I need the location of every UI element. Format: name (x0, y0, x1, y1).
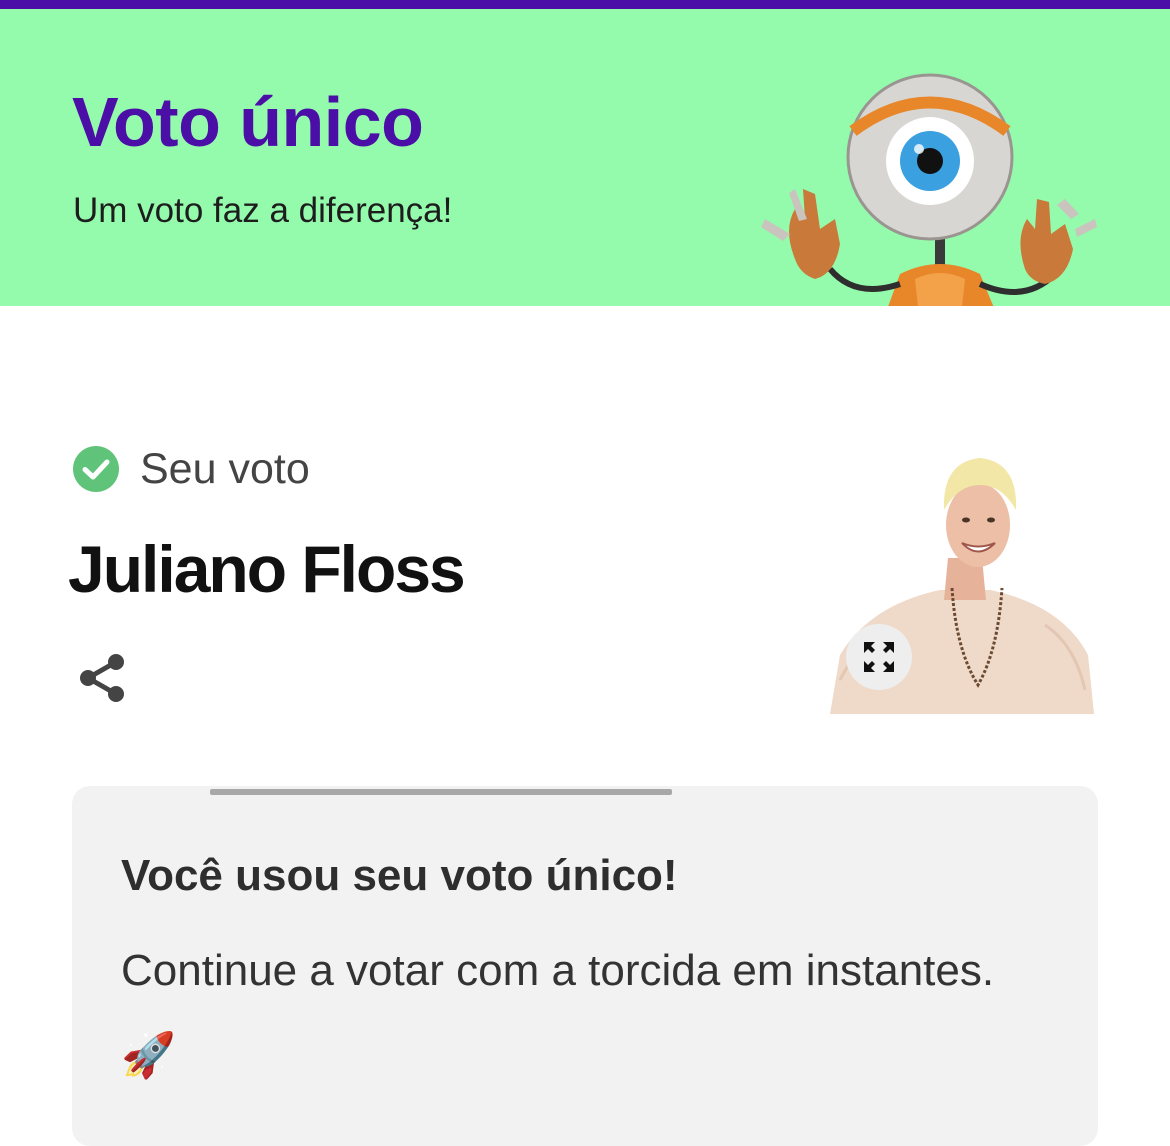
banner-title: Voto único (72, 83, 424, 161)
expand-icon (864, 642, 894, 672)
card-title: Você usou seu voto único! (121, 851, 678, 900)
expand-photo-button[interactable] (846, 624, 912, 690)
card-drag-handle[interactable] (210, 789, 672, 795)
candidate-name: Juliano Floss (68, 532, 466, 606)
check-circle-icon (73, 446, 119, 492)
vote-status-label: Seu voto (140, 444, 310, 493)
header-banner: Voto único Um voto faz a diferença! (0, 9, 1170, 306)
banner-subtitle: Um voto faz a diferença! (73, 191, 453, 230)
big-brother-eye-robot-icon (761, 73, 1097, 306)
card-message: Continue a votar com a torcida em instan… (121, 946, 995, 1080)
share-icon[interactable] (76, 652, 128, 704)
top-accent-bar (0, 0, 1170, 9)
vote-status: Seu voto (72, 444, 310, 494)
